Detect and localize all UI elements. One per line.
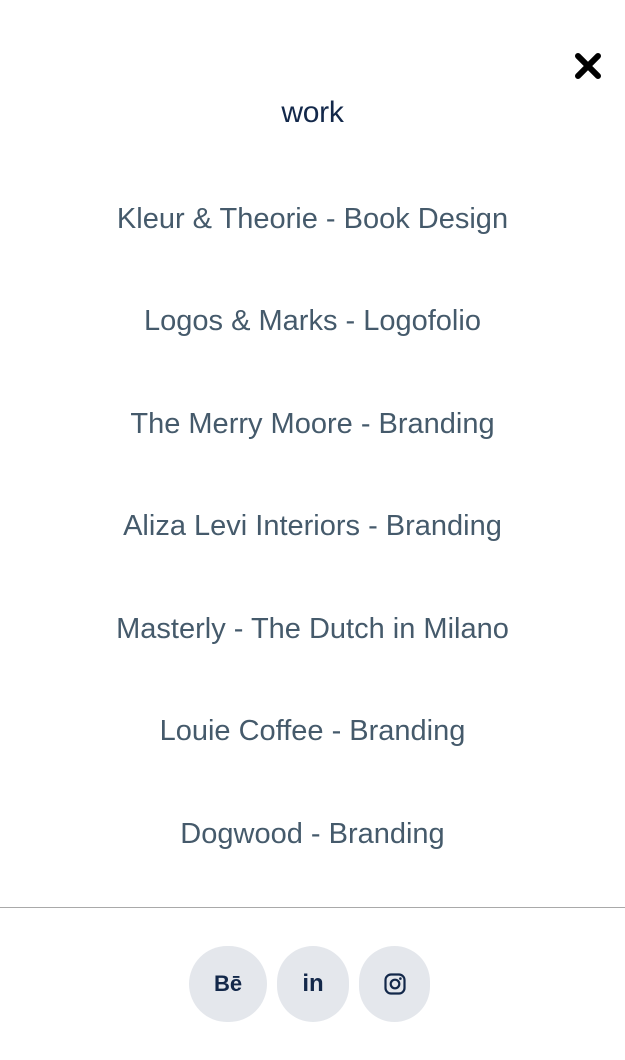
nav-item: Masterly - The Dutch in Milano — [0, 578, 625, 681]
close-button[interactable] — [574, 52, 602, 80]
nav-item: Logos & Marks - Logofolio — [0, 271, 625, 374]
nav-item: Aliza Levi Interiors - Branding — [0, 476, 625, 579]
nav-link-dogwood[interactable]: Dogwood - Branding — [180, 818, 444, 851]
divider — [0, 907, 625, 908]
close-icon — [575, 53, 601, 79]
nav-item: Kleur & Theorie - Book Design — [0, 168, 625, 271]
nav-item: The Merry Moore - Branding — [0, 373, 625, 476]
nav-item: Louie Coffee - Branding — [0, 681, 625, 784]
behance-button[interactable]: Bē — [189, 946, 267, 1022]
linkedin-button[interactable]: in — [277, 946, 349, 1022]
nav-link-logos-marks[interactable]: Logos & Marks - Logofolio — [144, 305, 481, 338]
nav-link-aliza-levi[interactable]: Aliza Levi Interiors - Branding — [123, 510, 502, 543]
work-menu: work Kleur & Theorie - Book Design Logos… — [0, 0, 625, 1060]
nav-link-masterly[interactable]: Masterly - The Dutch in Milano — [116, 613, 509, 646]
linkedin-icon: in — [302, 970, 324, 997]
work-nav-list: Kleur & Theorie - Book Design Logos & Ma… — [0, 168, 625, 886]
instagram-icon — [383, 973, 406, 995]
nav-link-kleur-theorie[interactable]: Kleur & Theorie - Book Design — [117, 203, 508, 236]
instagram-button[interactable] — [359, 946, 430, 1022]
nav-item: Dogwood - Branding — [0, 783, 625, 886]
behance-icon: Bē — [213, 971, 243, 996]
social-links: Bē in — [0, 946, 625, 1022]
menu-title: work — [281, 96, 344, 129]
nav-link-louie-coffee[interactable]: Louie Coffee - Branding — [160, 715, 466, 748]
nav-link-merry-moore[interactable]: The Merry Moore - Branding — [130, 408, 494, 441]
